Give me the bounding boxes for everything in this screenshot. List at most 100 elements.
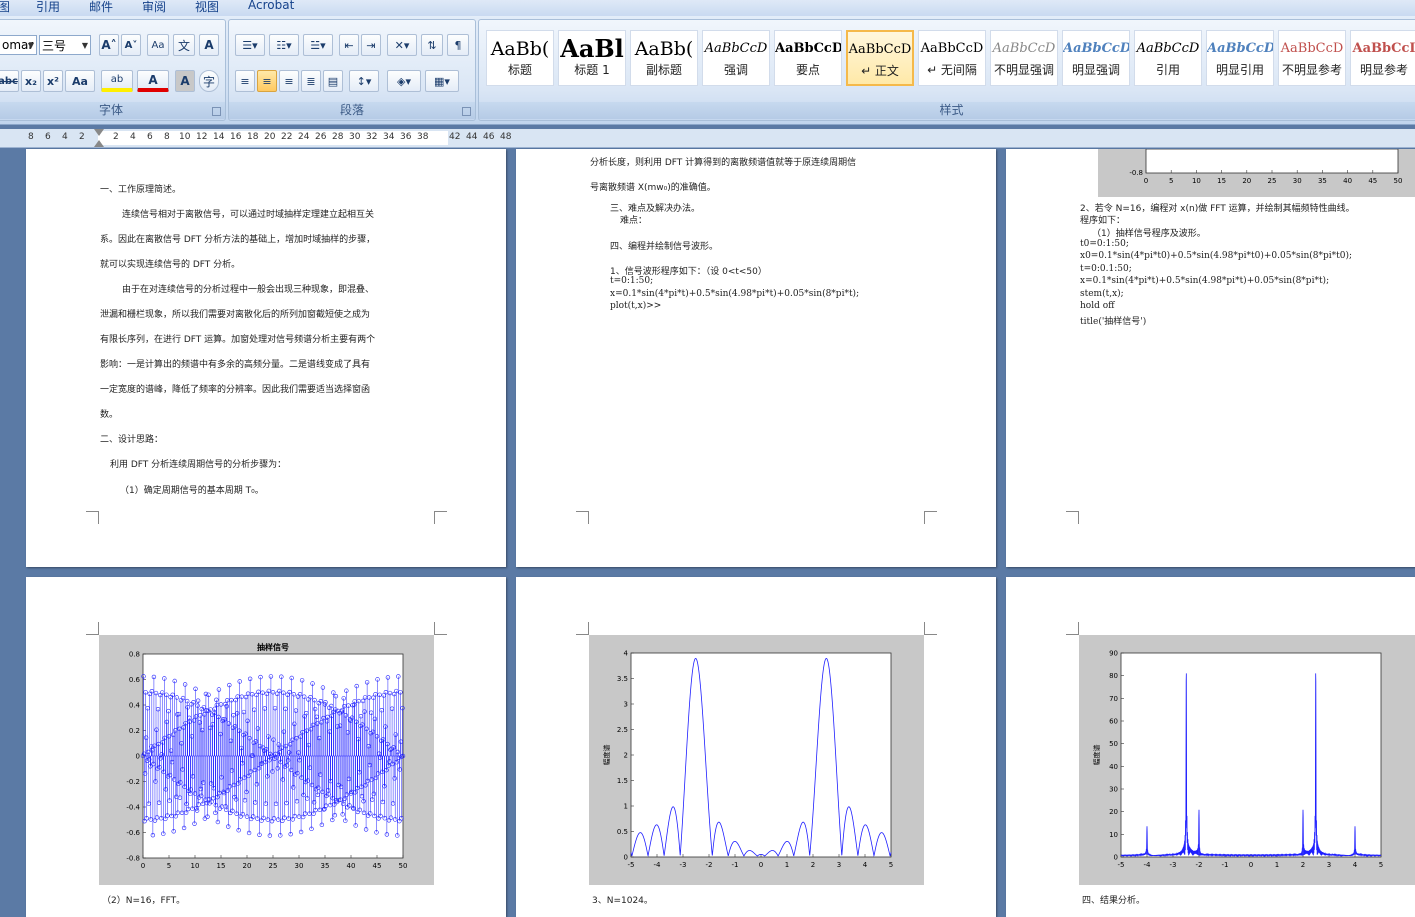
hanging-indent-marker[interactable] (94, 140, 104, 147)
show-marks-icon[interactable]: ¶ (447, 34, 469, 56)
font-name-combo[interactable]: omar ▼ (0, 35, 37, 55)
font-size-combo[interactable]: 三号 ▼ (39, 35, 91, 55)
x-tick-label: 0 (759, 861, 763, 869)
style-sample: AaBb( (490, 38, 550, 60)
bullets-icon[interactable]: ☰▾ (235, 34, 265, 56)
x-tick-label: -3 (680, 861, 687, 869)
style-sample: AaBbCcD (1280, 41, 1344, 56)
y-tick-label: 10 (1109, 831, 1118, 839)
ruler-number: 8 (164, 132, 170, 142)
paragraph-group: ☰▾ ☷▾ ☱▾ ⇤ ⇥ ✕▾ ⇅ ¶ ≡ ≡ ≡ ≣ ▤ ↕▾ ◈▾ ▦▾ 段… (228, 19, 476, 121)
page-3-top-plot: 0 5 10 15 20 25 30 35 40 45 50 -0.8 (1129, 149, 1402, 185)
char-shading-button[interactable]: A (175, 70, 195, 92)
style-sample: AaBbCcD (1063, 41, 1130, 56)
justify-icon[interactable]: ≣ (301, 70, 321, 92)
change-case-button[interactable]: Aa (65, 70, 95, 92)
tab-view[interactable]: 视图 (195, 0, 219, 15)
style-item[interactable]: AaBbCcD 引用 (1134, 30, 1202, 86)
ruler-number: 38 (417, 132, 429, 142)
y-tick-label: 0 (624, 854, 628, 862)
page-2[interactable]: 分析长度，则利用 DFT 计算得到的离散频谱值就等于原连续周期信 号离散频谱 X(… (516, 149, 996, 567)
clear-format-button[interactable]: Aa (147, 34, 169, 56)
style-item[interactable]: AaBbCcI 明显参考 (1350, 30, 1415, 86)
style-sample: AaBbCcD (1136, 41, 1200, 56)
x-tick-label: 10 (1192, 177, 1201, 185)
ribbon-tab-bar: 图 引用 邮件 审阅 视图 Acrobat (0, 0, 1415, 16)
x-tick-label: 30 (295, 862, 304, 870)
tab-mailings[interactable]: 邮件 (89, 0, 113, 15)
style-item[interactable]: AaBb( 标题 (486, 30, 554, 86)
shading-icon[interactable]: ◈▾ (387, 70, 421, 92)
page-5[interactable]: -5 -4 -3 -2 -1 0 1 2 3 4 5 0 0.5 1 1.5 2 2.5 3 3.5 4 幅度谱 3、N… (516, 577, 996, 917)
y-tick-label: 30 (1109, 786, 1118, 794)
ruler-number: 34 (383, 132, 395, 142)
distributed-icon[interactable]: ▤ (323, 70, 343, 92)
chevron-down-icon: ▼ (27, 40, 34, 50)
style-item[interactable]: AaBl 标题 1 (558, 30, 626, 86)
tab-design[interactable]: 图 (0, 0, 10, 15)
y-tick-label: -0.6 (126, 829, 140, 837)
paragraph-dialog-launcher-icon[interactable] (462, 107, 471, 116)
style-name: ↵ 正文 (861, 64, 899, 78)
phonetic-guide-button[interactable]: 文 (173, 34, 195, 56)
strikethrough-button[interactable]: abc (0, 70, 19, 92)
line-spacing-icon[interactable]: ↕▾ (349, 70, 379, 92)
tab-review[interactable]: 审阅 (142, 0, 166, 15)
style-item[interactable]: AaBbCcD 明显强调 (1062, 30, 1130, 86)
text-line: 有限长序列，在进行 DFT 运算。加窗处理对信号频谱分析主要有两个 (100, 335, 376, 345)
page-1[interactable]: 一、工作原理简述。 连续信号相对于离散信号，可以通过时域抽样定理建立起相互关 系。因… (26, 149, 506, 567)
asian-layout-icon[interactable]: ✕▾ (387, 34, 417, 56)
decrease-indent-icon[interactable]: ⇤ (339, 34, 359, 56)
style-item[interactable]: AaBbCcD 强调 (702, 30, 770, 86)
style-item[interactable]: AaBbCcD 要点 (774, 30, 842, 86)
y-tick-label: 90 (1109, 650, 1118, 658)
y-tick-label: 3.5 (617, 675, 628, 683)
y-tick-label: 0.6 (129, 676, 141, 684)
style-item[interactable]: AaBbCcD 不明显参考 (1278, 30, 1346, 86)
style-item[interactable]: AaBbCcD 明显引用 (1206, 30, 1274, 86)
tab-references[interactable]: 引用 (36, 0, 60, 15)
align-center-icon[interactable]: ≡ (257, 70, 277, 92)
style-item[interactable]: AaBb(副标题 (630, 30, 698, 86)
x-tick-label: 5 (889, 861, 893, 869)
page-4[interactable]: 0 5 10 15 20 25 30 35 40 45 50 -0.8 -0.6 -0.4 -0.2 0 0.2… (26, 577, 506, 917)
page-6[interactable]: -5 -4 -3 -2 -1 0 1 2 3 4 5 0 10 20 30 40 50 60 70 80 90 幅度谱 四… (1006, 577, 1415, 917)
font-dialog-launcher-icon[interactable] (212, 107, 221, 116)
y-tick-label: 0 (1114, 854, 1118, 862)
first-line-indent-marker[interactable] (94, 129, 104, 136)
shrink-font-button[interactable]: A˅ (121, 34, 141, 56)
horizontal-ruler[interactable]: 8 6 4 2 2 4 6 8 10 12 14 16 18 20 22 24 26 28 30 32 34 36 38 42… (0, 129, 1415, 148)
multilevel-list-icon[interactable]: ☱▾ (303, 34, 333, 56)
font-color-button[interactable]: A (137, 70, 169, 92)
y-tick-label: 70 (1109, 695, 1118, 703)
y-tick-label: 20 (1109, 808, 1118, 816)
enclose-char-button[interactable]: 字 (199, 70, 219, 92)
sort-icon[interactable]: ⇅ (421, 34, 443, 56)
numbering-icon[interactable]: ☷▾ (269, 34, 299, 56)
ruler-number: 24 (298, 132, 310, 142)
highlight-button[interactable]: ab (101, 70, 133, 92)
increase-indent-icon[interactable]: ⇥ (361, 34, 381, 56)
borders-icon[interactable]: ▦▾ (425, 70, 459, 92)
subscript-button[interactable]: x₂ (21, 70, 41, 92)
style-item[interactable]: AaBbCcD ↵ 正文 (846, 30, 914, 86)
style-item[interactable]: AaBbCcD 不明显强调 (990, 30, 1058, 86)
align-right-icon[interactable]: ≡ (279, 70, 299, 92)
char-border-button[interactable]: A (199, 34, 219, 56)
page-3[interactable]: 0 5 10 15 20 25 30 35 40 45 50 -0.8 2、若令 N=16，编程对 x… (1006, 149, 1415, 567)
style-name: 标题 (507, 63, 532, 77)
x-tick-label: 15 (1217, 177, 1226, 185)
ruler-number: 12 (196, 132, 208, 142)
style-item[interactable]: AaBbCcD ↵ 无间隔 (918, 30, 986, 86)
grow-font-button[interactable]: A˄ (99, 34, 119, 56)
text-line: 一、工作原理简述。 (100, 185, 182, 195)
page-6-caption: 四、结果分析。 (1082, 896, 1146, 906)
text-line: t0=0:1:50; (1080, 239, 1129, 249)
crop-mark (1066, 511, 1079, 524)
superscript-button[interactable]: x² (43, 70, 63, 92)
paragraph-group-label: 段落 (229, 102, 475, 119)
tab-acrobat[interactable]: Acrobat (248, 0, 294, 12)
ruler-number: 36 (400, 132, 412, 142)
text-line: stem(t,x); (1080, 289, 1124, 299)
align-left-icon[interactable]: ≡ (235, 70, 255, 92)
